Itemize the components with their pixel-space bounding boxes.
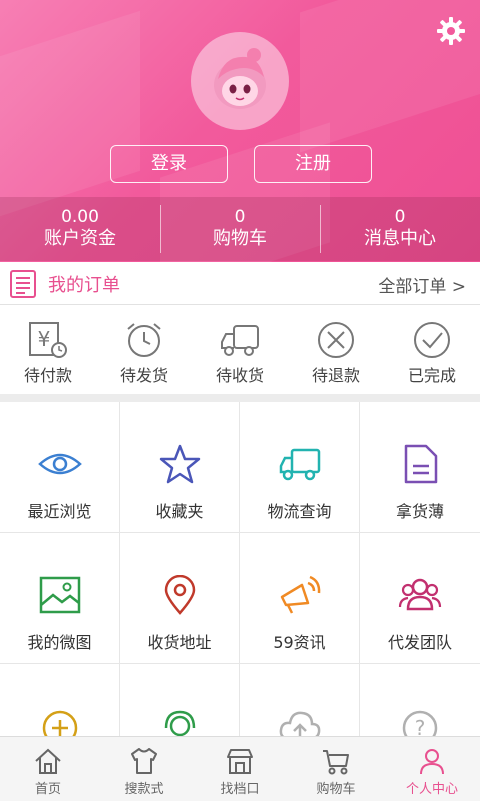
grid-item-label: 59资讯 (273, 633, 326, 652)
order-status-label: 待付款 (23, 366, 72, 385)
stat-messages[interactable]: 0 消息中心 (320, 197, 480, 261)
tab-label: 购物车 (316, 782, 356, 797)
truck-icon (221, 325, 259, 356)
svg-text:?: ? (415, 716, 426, 736)
truck-icon (279, 448, 320, 481)
grid-item-label: 拿货薄 (395, 502, 444, 521)
grid-item-cloud-upload[interactable] (240, 664, 360, 736)
order-status-label: 待发货 (119, 366, 168, 385)
grid-item-label: 收藏夹 (155, 502, 204, 521)
grid-item-shipping-address[interactable]: 收货地址 (120, 533, 240, 664)
circle-x-icon (318, 322, 354, 358)
stat-value: 0 (394, 207, 406, 227)
image-icon (39, 576, 80, 614)
order-status-label: 待退款 (311, 366, 360, 385)
headset-icon (164, 710, 195, 736)
order-status-label: 待收货 (215, 366, 264, 385)
grid-item-recent-views[interactable]: 最近浏览 (0, 402, 120, 533)
cart-icon (323, 750, 349, 775)
stat-account-funds[interactable]: 0.00 账户资金 (0, 197, 160, 261)
location-pin-icon (164, 575, 195, 615)
grid-item-my-images[interactable]: 我的微图 (0, 533, 120, 664)
order-status-to-receive[interactable]: 待收货 (192, 306, 288, 394)
tab-label: 找档口 (220, 782, 260, 797)
order-status-completed[interactable]: 已完成 (384, 306, 480, 394)
stat-value: 0.00 (61, 207, 99, 227)
section-divider (0, 394, 480, 402)
tab-search-styles[interactable]: 搜款式 (96, 737, 192, 801)
order-status-label: 已完成 (407, 366, 456, 385)
my-orders-header[interactable]: 我的订单 全部订单 > (0, 262, 480, 305)
grid-item-help[interactable]: ? (360, 664, 480, 736)
avatar[interactable] (191, 32, 289, 130)
bottom-tab-bar: 首页 搜款式 找档口 购物车 个人中心 (0, 736, 480, 801)
grid-item-support[interactable] (120, 664, 240, 736)
tab-cart[interactable]: 购物车 (288, 737, 384, 801)
add-circle-icon (42, 710, 77, 736)
stat-label: 购物车 (213, 228, 267, 249)
stat-label: 账户资金 (44, 228, 116, 249)
order-status-pending-payment[interactable]: ¥ 待付款 (0, 306, 96, 394)
cloud-upload-icon (279, 711, 320, 736)
order-status-to-ship[interactable]: 待发货 (96, 306, 192, 394)
tab-label: 搜款式 (124, 782, 164, 797)
tab-label: 首页 (34, 782, 61, 797)
stat-value: 0 (234, 207, 246, 227)
shop-icon (227, 749, 253, 774)
settings-gear-icon[interactable] (436, 16, 466, 46)
my-orders-title: 我的订单 (48, 275, 120, 296)
team-icon (398, 578, 442, 611)
megaphone-icon (280, 575, 320, 614)
all-orders-link[interactable]: 全部订单 > (378, 272, 466, 297)
register-button[interactable]: 注册 (254, 145, 372, 183)
grid-item-label: 代发团队 (387, 633, 452, 652)
shirt-icon (131, 748, 157, 774)
grid-item-dropship-team[interactable]: 代发团队 (360, 533, 480, 664)
help-icon: ? (402, 710, 438, 736)
feature-grid: 最近浏览 收藏夹 物流查询 拿货薄 我的微图 收货地址 59资讯 代发团队 ? (0, 402, 480, 736)
order-list-icon (10, 270, 36, 298)
grid-item-favorites[interactable]: 收藏夹 (120, 402, 240, 533)
tab-label: 个人中心 (405, 782, 458, 797)
home-icon (35, 748, 61, 774)
tab-personal-center[interactable]: 个人中心 (384, 737, 480, 801)
order-status-row: ¥ 待付款 待发货 待收货 待退款 已完成 (0, 306, 480, 394)
grid-item-logistics[interactable]: 物流查询 (240, 402, 360, 533)
svg-text:¥: ¥ (38, 327, 51, 351)
eye-icon (37, 453, 82, 475)
grid-item-label: 收货地址 (147, 633, 212, 652)
grid-item-purchase-book[interactable]: 拿货薄 (360, 402, 480, 533)
document-icon (404, 444, 438, 484)
star-icon (159, 444, 200, 484)
grid-item-label: 我的微图 (27, 633, 92, 652)
alarm-clock-icon (127, 323, 161, 357)
login-button[interactable]: 登录 (110, 145, 228, 183)
mascot-avatar-icon (214, 48, 266, 109)
grid-item-label: 物流查询 (267, 502, 332, 521)
order-status-refund[interactable]: 待退款 (288, 306, 384, 394)
person-icon (420, 749, 444, 775)
stat-cart[interactable]: 0 购物车 (160, 197, 320, 261)
payment-pending-icon: ¥ (29, 322, 67, 358)
tab-home[interactable]: 首页 (0, 737, 96, 801)
circle-check-icon (414, 322, 450, 358)
grid-item-label: 最近浏览 (27, 502, 92, 521)
account-stats-bar: 0.00 账户资金 0 购物车 0 消息中心 (0, 197, 480, 261)
grid-item-add[interactable] (0, 664, 120, 736)
profile-header: 登录 注册 0.00 账户资金 0 购物车 0 消息中心 (0, 0, 480, 262)
tab-find-stall[interactable]: 找档口 (192, 737, 288, 801)
grid-item-news[interactable]: 59资讯 (240, 533, 360, 664)
stat-label: 消息中心 (364, 228, 436, 249)
